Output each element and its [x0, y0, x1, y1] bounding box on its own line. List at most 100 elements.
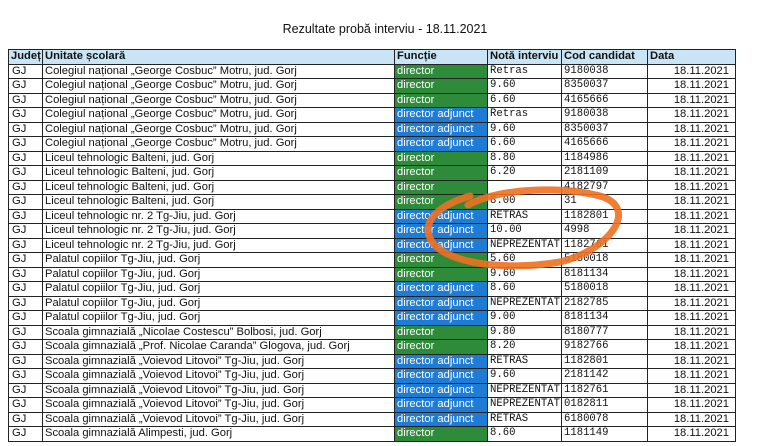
header-unitate: Unitate școlară — [42, 49, 395, 65]
cell-unitate: Liceul tehnologic Balteni, jud. Gorj — [42, 150, 395, 166]
cell-unitate: Palatul copiilor Tg-Jiu, jud. Gorj — [42, 252, 395, 268]
cell-data: 18.11.2021 — [647, 136, 736, 152]
cell-unitate: Scoala gimnazială „Voievod Litovoi” Tg-J… — [42, 368, 395, 384]
cell-judet: GJ — [8, 310, 43, 326]
header-row: Județ Unitate școlară Funcție Notă inter… — [8, 49, 736, 65]
cell-judet: GJ — [8, 281, 43, 297]
table-row: GJ Liceul tehnologic Balteni, jud. Gorj di… — [8, 165, 736, 181]
table-row: GJ Scoala gimnazială Alimpesti, jud. Gorj… — [8, 426, 736, 442]
cell-cod: 2181142 — [561, 368, 648, 384]
header-judet: Județ — [8, 49, 43, 65]
cell-cod: 0182811 — [561, 397, 648, 413]
cell-functie: director — [394, 92, 488, 108]
cell-data: 18.11.2021 — [647, 78, 736, 94]
cell-data: 18.11.2021 — [647, 121, 736, 137]
cell-judet: GJ — [8, 339, 43, 355]
cell-data: 18.11.2021 — [647, 237, 736, 253]
cell-data: 18.11.2021 — [647, 426, 736, 442]
table-row: GJ Colegiul național „George Cosbuc” Motr… — [8, 78, 736, 94]
cell-unitate: Palatul copiilor Tg-Jiu, jud. Gorj — [42, 281, 395, 297]
cell-judet: GJ — [8, 136, 43, 152]
cell-cod: 8350037 — [561, 121, 648, 137]
cell-data: 18.11.2021 — [647, 179, 736, 195]
cell-judet: GJ — [8, 208, 43, 224]
cell-nota: NEPREZENTAT — [487, 237, 562, 253]
table-row: GJ Colegiul național „George Cosbuc” Motr… — [8, 92, 736, 108]
cell-functie: director adjunct — [394, 295, 488, 311]
cell-judet: GJ — [8, 237, 43, 253]
cell-functie: director adjunct — [394, 310, 488, 326]
table-row: GJ Scoala gimnazială „Prof. Nicolae Caran… — [8, 339, 736, 355]
cell-nota: RETRAS — [487, 208, 562, 224]
cell-nota: 8.60 — [487, 426, 562, 442]
cell-judet: GJ — [8, 324, 43, 340]
cell-cod: 1182761 — [561, 237, 648, 253]
cell-cod: 8181134 — [561, 266, 648, 282]
cell-judet: GJ — [8, 266, 43, 282]
cell-judet: GJ — [8, 353, 43, 369]
cell-nota: 6.60 — [487, 92, 562, 108]
cell-cod: 4165666 — [561, 92, 648, 108]
cell-data: 18.11.2021 — [647, 252, 736, 268]
cell-cod: 4998 — [561, 223, 648, 239]
cell-judet: GJ — [8, 252, 43, 268]
cell-data: 18.11.2021 — [647, 382, 736, 398]
cell-nota: 8.00 — [487, 194, 562, 210]
cell-unitate: Scoala gimnazială „Voievod Litovoi” Tg-J… — [42, 382, 395, 398]
cell-nota: RETRAS — [487, 353, 562, 369]
header-nota: Notă interviu — [487, 49, 562, 65]
cell-nota: 10.00 — [487, 223, 562, 239]
table-row: GJ Scoala gimnazială „Voievod Litovoi” Tg… — [8, 382, 736, 398]
cell-nota: 9.60 — [487, 78, 562, 94]
cell-cod: 5180018 — [561, 281, 648, 297]
cell-functie: director adjunct — [394, 107, 488, 123]
cell-data: 18.11.2021 — [647, 295, 736, 311]
cell-cod: 1184986 — [561, 150, 648, 166]
cell-data: 18.11.2021 — [647, 353, 736, 369]
cell-unitate: Scoala gimnazială Alimpesti, jud. Gorj — [42, 426, 395, 442]
cell-nota: 9.60 — [487, 266, 562, 282]
cell-nota: NEPREZENTAT — [487, 397, 562, 413]
table-row: GJ Palatul copiilor Tg-Jiu, jud. Gorj dire… — [8, 281, 736, 297]
cell-nota: 9.80 — [487, 324, 562, 340]
cell-nota: Retras — [487, 107, 562, 123]
cell-judet: GJ — [8, 63, 43, 79]
cell-cod: 2181109 — [561, 165, 648, 181]
cell-judet: GJ — [8, 107, 43, 123]
cell-cod: 9180038 — [561, 63, 648, 79]
cell-data: 18.11.2021 — [647, 223, 736, 239]
cell-nota: 8.60 — [487, 281, 562, 297]
cell-judet: GJ — [8, 368, 43, 384]
cell-functie: director adjunct — [394, 397, 488, 413]
cell-unitate: Colegiul național „George Cosbuc” Motru,… — [42, 78, 395, 94]
results-table: Județ Unitate școlară Funcție Notă inter… — [8, 49, 736, 442]
cell-cod: 8180777 — [561, 324, 648, 340]
cell-data: 18.11.2021 — [647, 397, 736, 413]
table-row: GJ Liceul tehnologic Balteni, jud. Gorj di… — [8, 194, 736, 210]
results-body: GJ Colegiul național „George Cosbuc” Motr… — [8, 63, 736, 442]
cell-nota: RETRAS — [487, 411, 562, 427]
cell-unitate: Palatul copiilor Tg-Jiu, jud. Gorj — [42, 266, 395, 282]
cell-unitate: Liceul tehnologic nr. 2 Tg-Jiu, jud. Gor… — [42, 208, 395, 224]
cell-nota: 8.20 — [487, 339, 562, 355]
table-row: GJ Scoala gimnazială „Voievod Litovoi” Tg… — [8, 353, 736, 369]
cell-nota: NEPREZENTAT — [487, 295, 562, 311]
cell-functie: director adjunct — [394, 136, 488, 152]
cell-functie: director — [394, 165, 488, 181]
cell-functie: director — [394, 150, 488, 166]
cell-functie: director adjunct — [394, 368, 488, 384]
cell-cod: 9180038 — [561, 107, 648, 123]
cell-cod: 4165666 — [561, 136, 648, 152]
cell-cod: 1182761 — [561, 382, 648, 398]
cell-judet: GJ — [8, 92, 43, 108]
cell-data: 18.11.2021 — [647, 150, 736, 166]
cell-unitate: Liceul tehnologic nr. 2 Tg-Jiu, jud. Gor… — [42, 237, 395, 253]
cell-cod: 4182797 — [561, 179, 648, 195]
cell-data: 18.11.2021 — [647, 281, 736, 297]
cell-nota: 9.60 — [487, 368, 562, 384]
table-row: GJ Colegiul național „George Cosbuc” Motr… — [8, 63, 736, 79]
table-row: GJ Palatul copiilor Tg-Jiu, jud. Gorj dire… — [8, 310, 736, 326]
cell-unitate: Scoala gimnazială „Voievod Litovoi” Tg-J… — [42, 353, 395, 369]
table-row: GJ Colegiul național „George Cosbuc” Motr… — [8, 107, 736, 123]
cell-judet: GJ — [8, 426, 43, 442]
